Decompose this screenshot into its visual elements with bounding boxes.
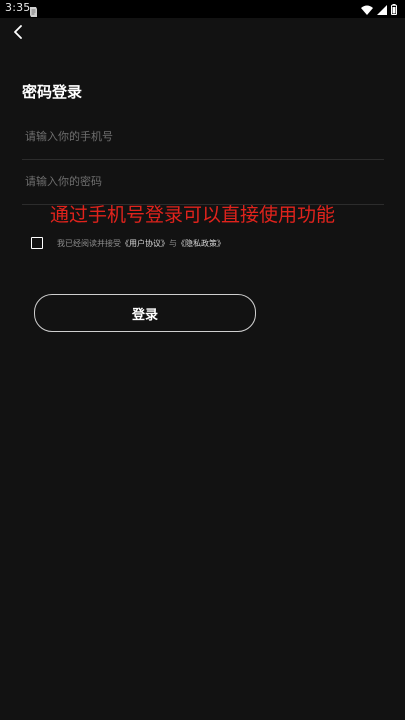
agreement-text: 我已经阅读并接受《用户协议》与《隐私政策》 (57, 238, 225, 249)
agreement-conjunction: 与 (169, 238, 177, 248)
page-title: 密码登录 (22, 83, 83, 101)
password-field (22, 160, 384, 205)
user-agreement-link[interactable]: 《用户协议》 (121, 239, 169, 248)
app-notification-icon (28, 3, 39, 17)
agreement-checkbox[interactable] (31, 237, 43, 249)
agreement-row: 我已经阅读并接受《用户协议》与《隐私政策》 (31, 236, 225, 250)
battery-icon (391, 0, 397, 19)
back-button[interactable] (7, 22, 29, 44)
privacy-policy-link[interactable]: 《隐私政策》 (177, 239, 225, 248)
chevron-left-icon (13, 24, 23, 43)
status-icons (361, 3, 397, 15)
password-input[interactable] (25, 160, 375, 202)
agreement-prefix: 我已经阅读并接受 (57, 238, 121, 248)
phone-field (22, 115, 384, 160)
login-button[interactable]: 登录 (34, 294, 256, 332)
status-time: 3:35 (5, 1, 31, 14)
wifi-icon (361, 0, 373, 19)
signal-icon (377, 0, 387, 19)
overlay-caption: 通过手机号登录可以直接使用功能 (50, 204, 336, 226)
phone-input[interactable] (25, 115, 375, 157)
status-bar: 3:35 (0, 0, 405, 18)
